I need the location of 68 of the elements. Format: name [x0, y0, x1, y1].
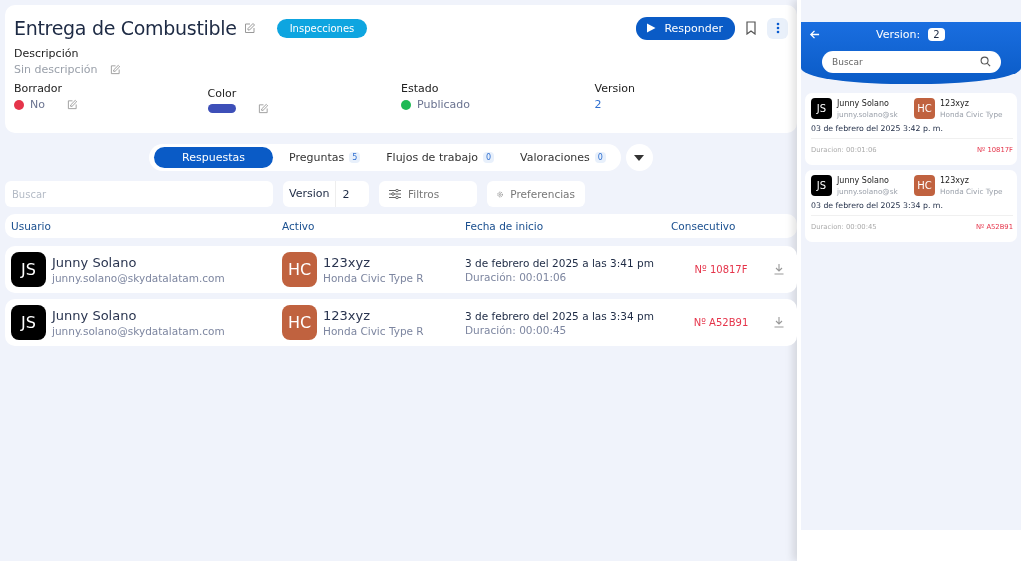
bookmark-icon[interactable]	[745, 21, 757, 35]
download-icon[interactable]	[773, 316, 785, 328]
back-arrow-icon[interactable]	[809, 28, 820, 40]
user-email: junny.solano@skydatalatam.com	[52, 325, 225, 337]
user-name: Junny Solano	[837, 175, 890, 185]
filters-button[interactable]: Filtros	[379, 181, 477, 207]
more-button[interactable]	[767, 17, 788, 39]
asset-model: Honda Civic Type R	[323, 325, 424, 337]
column-header[interactable]: Fecha de inicio	[465, 220, 671, 232]
asset-name: 123xyz	[940, 98, 970, 108]
search-field[interactable]: Buscar	[822, 51, 1001, 73]
asset-model: Honda Civic Type R	[323, 272, 424, 284]
consecutive-number: Nº 10817F	[694, 264, 748, 275]
field-label: Version	[594, 82, 636, 95]
version-selector[interactable]: Version 2	[283, 181, 369, 207]
user-name: Junny Solano	[52, 308, 138, 323]
user-avatar: JS	[811, 175, 832, 196]
field-value: No	[30, 98, 45, 111]
asset-name: 123xyz	[323, 255, 372, 270]
download-icon[interactable]	[773, 263, 785, 275]
field-label: Color	[207, 87, 238, 100]
category-badge: Inspecciones	[276, 18, 368, 38]
column-header[interactable]: Usuario	[11, 220, 282, 232]
asset-name: 123xyz	[940, 175, 970, 185]
user-avatar: JS	[11, 252, 46, 287]
field-label: Estado	[401, 82, 440, 95]
user-avatar: JS	[11, 305, 46, 340]
tab[interactable]: Respuestas	[154, 147, 273, 168]
column-header[interactable]: Activo	[282, 220, 465, 232]
duration: Duración: 00:00:45	[465, 323, 568, 336]
field-value: Publicado	[417, 98, 470, 111]
field-value: 2	[594, 98, 602, 111]
start-date: 3 de febrero del 2025 a las 3:41 pm	[465, 256, 654, 269]
respond-button[interactable]: Responder	[636, 16, 735, 40]
user-name: Junny Solano	[837, 98, 890, 108]
sliders-icon	[389, 189, 401, 199]
asset-avatar: HC	[282, 305, 317, 340]
play-icon	[646, 23, 657, 33]
edit-icon[interactable]	[257, 103, 269, 114]
description-value: Sin descripción	[14, 63, 98, 76]
field-label: Borrador	[14, 82, 64, 95]
tab[interactable]: Flujos de trabajo 0	[376, 147, 505, 168]
version-label: Version:	[876, 27, 921, 41]
edit-icon[interactable]	[66, 99, 78, 110]
consecutive-number: Nº A52B91	[693, 317, 749, 328]
asset-name: 123xyz	[323, 308, 372, 323]
description-label: Descripción	[14, 47, 80, 60]
dropdown-button[interactable]	[625, 144, 653, 171]
version-badge: 2	[928, 27, 945, 41]
asset-avatar: HC	[914, 98, 935, 119]
tab[interactable]: Valoraciones 0	[510, 147, 616, 168]
caret-icon	[634, 154, 645, 161]
asset-avatar: HC	[282, 252, 317, 287]
user-email: junny.solano@skydatalatam.com	[52, 272, 225, 284]
asset-avatar: HC	[914, 175, 935, 196]
duration: Duración: 00:01:06	[465, 270, 568, 283]
start-date: 3 de febrero del 2025 a las 3:34 pm	[465, 309, 654, 322]
form-title: Entrega de Combustible	[14, 17, 237, 39]
user-avatar: JS	[811, 98, 832, 119]
search-field[interactable]: Buscar	[5, 181, 273, 207]
edit-icon[interactable]	[243, 22, 256, 34]
column-header[interactable]: Consecutivo	[671, 220, 771, 232]
more-icon	[775, 22, 780, 34]
tab[interactable]: Preguntas 5	[278, 147, 371, 168]
search-icon[interactable]	[980, 55, 991, 67]
user-name: Junny Solano	[52, 255, 138, 270]
preferences-button[interactable]: Preferencias	[487, 181, 585, 207]
edit-icon[interactable]	[110, 64, 122, 75]
